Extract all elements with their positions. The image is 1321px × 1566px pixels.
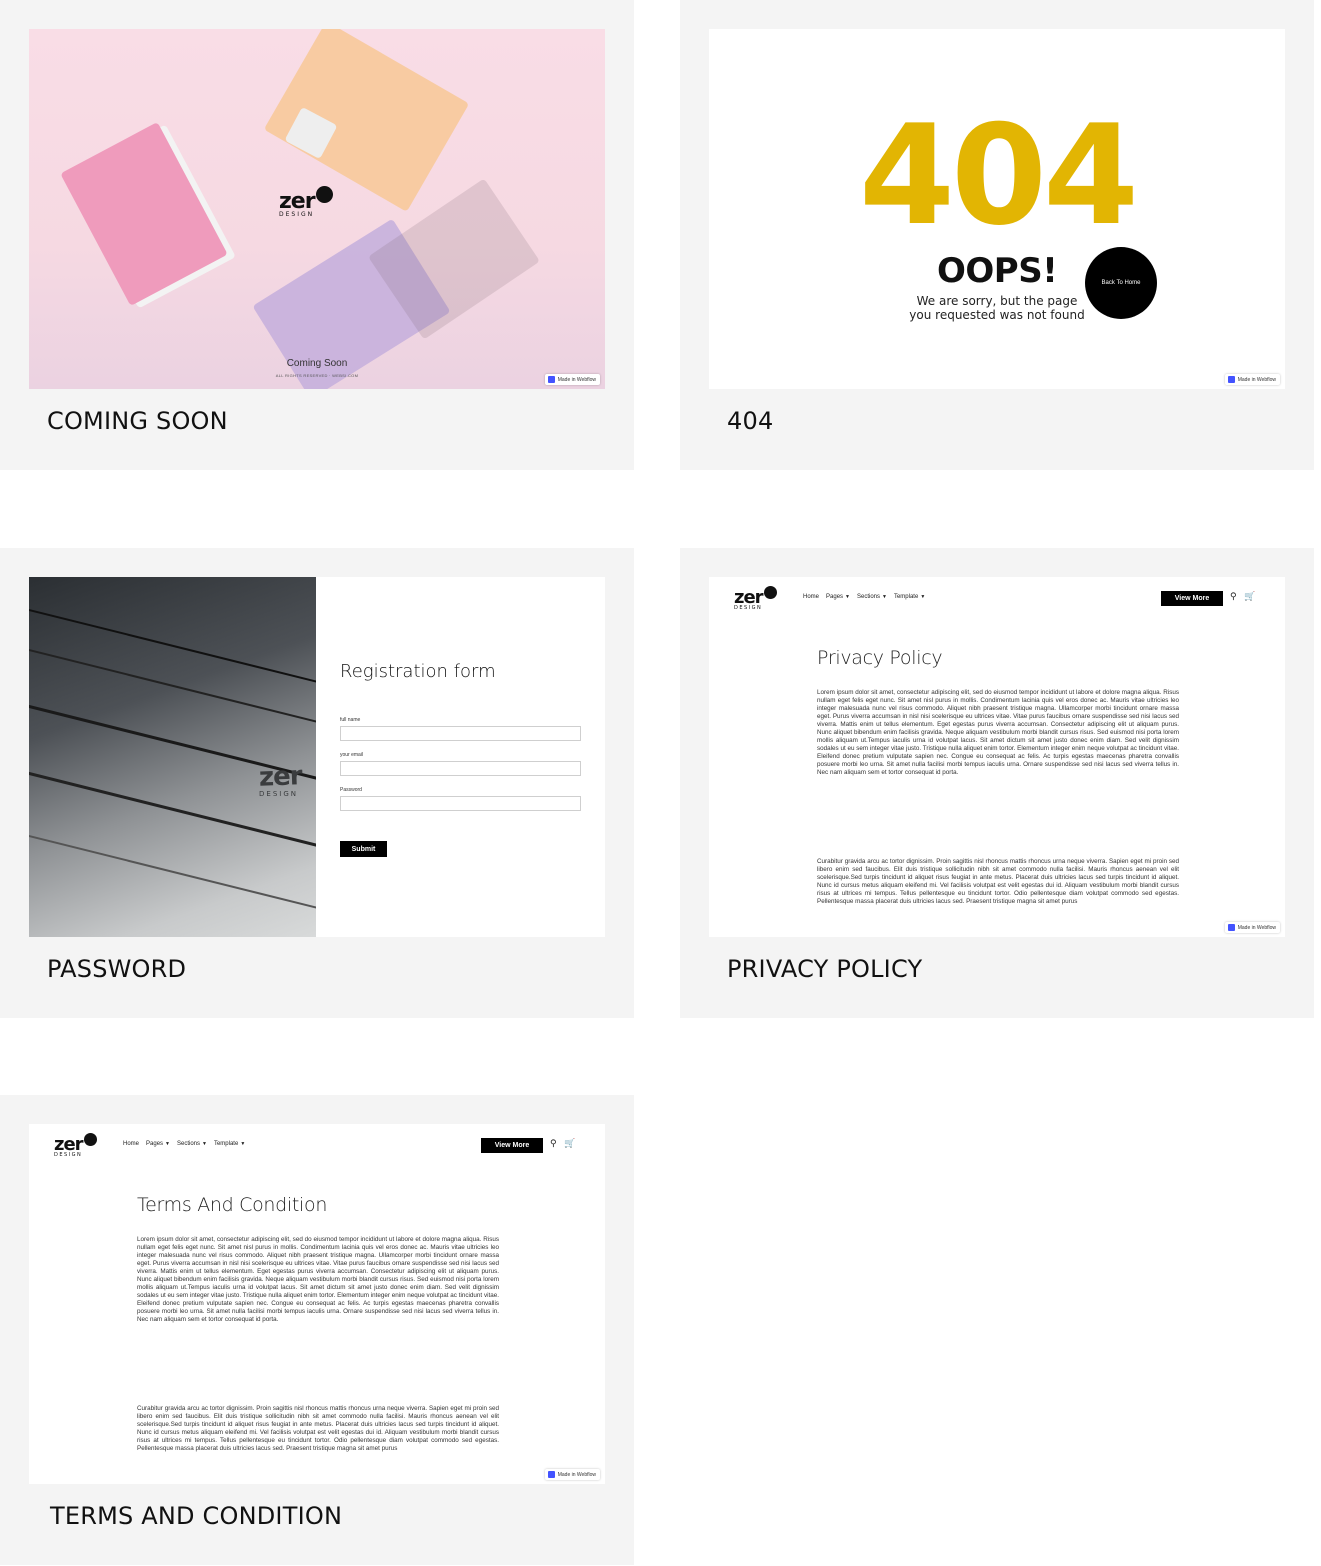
email-label: your email (340, 752, 364, 758)
body-paragraph: Lorem ipsum dolor sit amet, consectetur … (817, 689, 1179, 777)
chevron-down-icon: ▼ (240, 1141, 246, 1147)
body-paragraph: Curabitur gravida arcu ac tortor digniss… (817, 858, 1179, 906)
rights-text: ALL RIGHTS RESERVED · WEBSI.COM (275, 373, 359, 378)
chevron-down-icon: ▼ (165, 1141, 170, 1147)
nav-template-label: Template (213, 1141, 239, 1147)
card-title[interactable]: 404 (727, 407, 773, 435)
logo-dot (83, 1132, 97, 1146)
nav-sections-label: Sections (176, 1141, 200, 1147)
zero-design-logo[interactable]: zer DESIGN (734, 585, 777, 611)
site-navbar: zer DESIGN Home Pages ▼ Sections ▼ Templat… (29, 1124, 605, 1168)
error-message: We are sorry, but the page you requested… (909, 294, 1085, 322)
coming-soon-preview[interactable]: zer DESIGN Coming Soon ALL RIGHTS RESERV… (29, 29, 605, 389)
nav-template-dropdown[interactable]: Template ▼ (214, 1141, 245, 1147)
search-icon[interactable]: ⚲ (1230, 592, 1237, 602)
webflow-icon (547, 376, 555, 383)
full-name-input[interactable] (340, 726, 581, 741)
nav-sections-dropdown[interactable]: Sections ▼ (857, 594, 887, 600)
body-paragraph: Curabitur gravida arcu ac tortor digniss… (137, 1405, 499, 1453)
nav-pages-dropdown[interactable]: Pages ▼ (146, 1141, 170, 1147)
made-in-webflow-badge[interactable]: Made in Webflow (1224, 374, 1280, 385)
site-navbar: zer DESIGN Home Pages ▼ Sections ▼ Templat… (709, 577, 1285, 621)
card-terms-and-condition[interactable]: zer DESIGN Home Pages ▼ Sections ▼ Templat… (0, 1095, 634, 1565)
view-more-button[interactable]: View More (1161, 591, 1223, 606)
chevron-down-icon: ▼ (920, 594, 926, 600)
submit-button[interactable]: Submit (340, 841, 387, 857)
badge-label: Made in Webflow (557, 1471, 596, 1478)
card-title[interactable]: COMING SOON (47, 407, 228, 435)
nav-home-label: Home (803, 594, 820, 600)
logo-subtitle: DESIGN (734, 605, 763, 611)
chevron-down-icon: ▼ (882, 594, 887, 600)
webflow-icon (1227, 924, 1235, 931)
made-in-webflow-badge[interactable]: Made in Webflow (1224, 922, 1280, 933)
card-privacy-policy[interactable]: zer DESIGN Home Pages ▼ Sections ▼ Templat… (680, 548, 1314, 1018)
embossed-logo-subtitle: DESIGN (259, 790, 298, 798)
back-to-home-button[interactable]: Back To Home (1085, 247, 1157, 319)
nav-home[interactable]: Home (803, 594, 819, 600)
badge-label: Made in Webflow (557, 376, 596, 383)
cart-icon[interactable]: 🛒 (564, 1139, 575, 1149)
card-404[interactable]: 404 OOPS! We are sorry, but the page you… (680, 0, 1314, 470)
body-paragraph: Lorem ipsum dolor sit amet, consectetur … (137, 1236, 499, 1324)
nav-links: Home Pages ▼ Sections ▼ Template ▼ (123, 1141, 245, 1147)
logo-subtitle: DESIGN (279, 211, 315, 218)
card-password[interactable]: zer DESIGN Registration form full name y… (0, 548, 634, 1018)
search-icon[interactable]: ⚲ (550, 1139, 557, 1149)
cart-icon[interactable]: 🛒 (1244, 592, 1255, 602)
nav-sections-dropdown[interactable]: Sections ▼ (177, 1141, 207, 1147)
webflow-icon (1227, 376, 1235, 383)
made-in-webflow-badge[interactable]: Made in Webflow (544, 1469, 600, 1480)
card-title[interactable]: PASSWORD (47, 955, 186, 983)
page-title: Terms And Condition (137, 1194, 328, 1216)
card-title[interactable]: TERMS AND CONDITION (50, 1502, 342, 1530)
view-more-button[interactable]: View More (481, 1138, 543, 1153)
chevron-down-icon: ▼ (845, 594, 850, 600)
zero-design-logo[interactable]: zer DESIGN (54, 1132, 97, 1158)
nav-home-label: Home (123, 1141, 140, 1147)
coming-soon-heading: Coming Soon (286, 358, 348, 369)
badge-label: Made in Webflow (1237, 376, 1276, 383)
paper-edge (29, 599, 316, 693)
made-in-webflow-badge[interactable]: Made in Webflow (544, 374, 600, 385)
nav-sections-label: Sections (856, 594, 880, 600)
password-input[interactable] (340, 796, 581, 811)
webflow-icon (547, 1471, 555, 1478)
nav-pages-label: Pages (826, 594, 844, 600)
full-name-label: full name (340, 717, 361, 723)
email-input[interactable] (340, 761, 581, 776)
registration-form-title: Registration form (340, 661, 496, 682)
badge-label: Made in Webflow (1237, 924, 1276, 931)
error-code: 404 (858, 95, 1139, 256)
card-coming-soon[interactable]: zer DESIGN Coming Soon ALL RIGHTS RESERV… (0, 0, 634, 470)
password-preview[interactable]: zer DESIGN Registration form full name y… (29, 577, 605, 937)
nav-links: Home Pages ▼ Sections ▼ Template ▼ (803, 594, 925, 600)
page-title: Privacy Policy (817, 647, 943, 669)
nav-template-dropdown[interactable]: Template ▼ (894, 594, 925, 600)
logo-dot (315, 186, 333, 203)
password-label: Password (340, 787, 362, 793)
paper-edge (29, 825, 316, 919)
404-preview[interactable]: 404 OOPS! We are sorry, but the page you… (709, 29, 1285, 389)
nav-template-label: Template (893, 594, 919, 600)
card-title[interactable]: PRIVACY POLICY (727, 955, 922, 983)
embossed-logo: zer (258, 761, 303, 793)
oops-heading: OOPS! (937, 251, 1058, 291)
nav-pages-label: Pages (146, 1141, 164, 1147)
nav-pages-dropdown[interactable]: Pages ▼ (826, 594, 850, 600)
terms-preview[interactable]: zer DESIGN Home Pages ▼ Sections ▼ Templat… (29, 1124, 605, 1484)
privacy-policy-preview[interactable]: zer DESIGN Home Pages ▼ Sections ▼ Templat… (709, 577, 1285, 937)
chevron-down-icon: ▼ (202, 1141, 207, 1147)
paper-stack-image: zer DESIGN (29, 577, 316, 937)
zero-design-logo: zer DESIGN (279, 186, 333, 218)
logo-dot (763, 585, 777, 599)
nav-home[interactable]: Home (123, 1141, 139, 1147)
logo-subtitle: DESIGN (54, 1152, 83, 1158)
